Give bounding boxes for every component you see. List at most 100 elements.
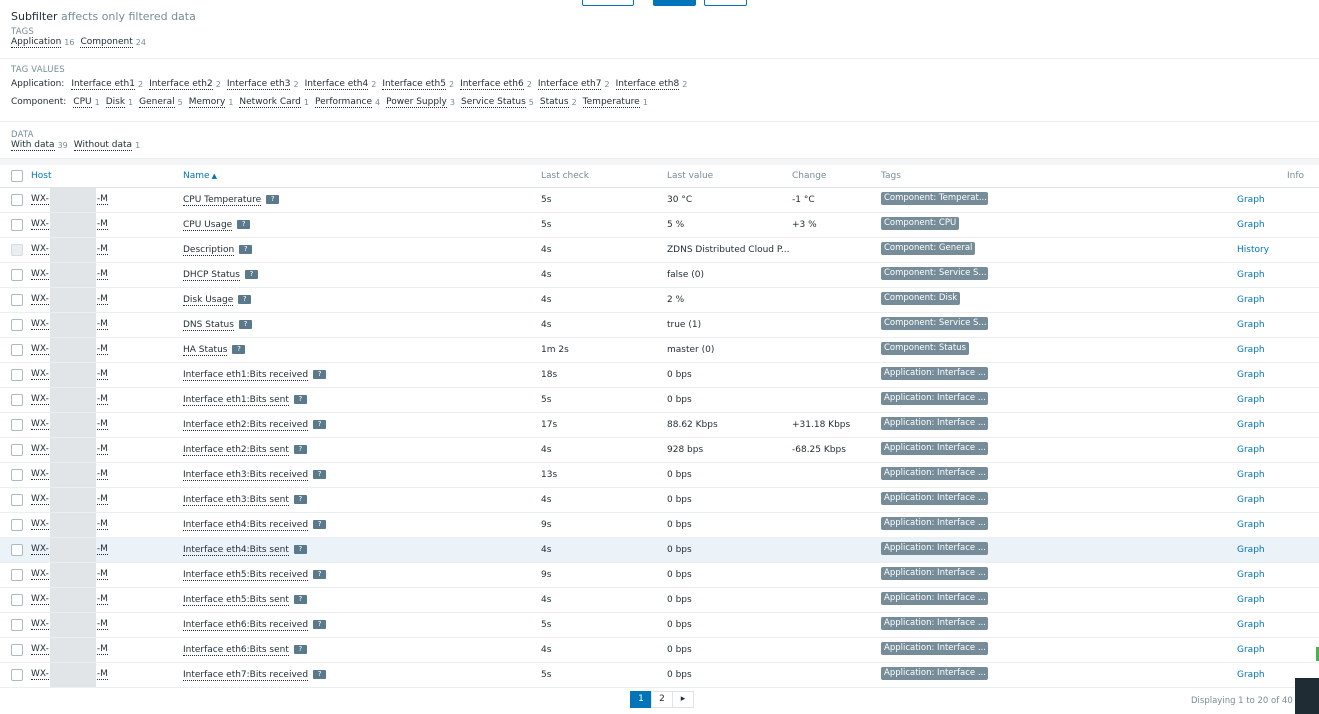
host-link-prefix[interactable]: WX- — [31, 219, 49, 230]
tag-badge[interactable]: Application: Interface ... — [881, 466, 988, 480]
application-value-link[interactable]: Interface eth6 — [460, 79, 524, 90]
host-link-prefix[interactable]: WX- — [31, 244, 49, 255]
host-link-prefix[interactable]: WX- — [31, 469, 49, 480]
item-name-link[interactable]: Interface eth1:Bits sent — [183, 394, 289, 406]
corner-widget[interactable] — [1295, 678, 1319, 714]
reset-button[interactable] — [582, 0, 634, 6]
help-icon[interactable]: ? — [313, 469, 327, 479]
item-name-link[interactable]: Interface eth7:Bits received — [183, 669, 309, 681]
tag-badge[interactable]: Application: Interface ... — [881, 366, 988, 380]
extra-button[interactable] — [704, 0, 747, 6]
host-link-suffix[interactable]: -M — [96, 319, 108, 330]
host-link-prefix[interactable]: WX- — [31, 344, 49, 355]
host-link-suffix[interactable]: -M — [96, 594, 108, 605]
action-link[interactable]: Graph — [1237, 595, 1265, 605]
action-link[interactable]: Graph — [1237, 370, 1265, 380]
row-checkbox[interactable] — [11, 443, 23, 456]
tag-badge[interactable]: Application: Interface ... — [881, 541, 988, 555]
action-link[interactable]: Graph — [1237, 620, 1265, 630]
host-link-prefix[interactable]: WX- — [31, 594, 49, 605]
action-link[interactable]: Graph — [1237, 470, 1265, 480]
page-1-button[interactable]: 1 — [630, 691, 652, 708]
select-all-checkbox[interactable] — [11, 169, 23, 182]
host-link-prefix[interactable]: WX- — [31, 419, 49, 430]
action-link[interactable]: Graph — [1237, 420, 1265, 430]
host-link-prefix[interactable]: WX- — [31, 619, 49, 630]
help-icon[interactable]: ? — [244, 269, 258, 279]
action-link[interactable]: Graph — [1237, 195, 1265, 205]
help-icon[interactable]: ? — [232, 344, 246, 354]
tag-badge[interactable]: Component: CPU — [881, 216, 960, 230]
host-link-suffix[interactable]: -M — [96, 519, 108, 530]
host-link-suffix[interactable]: -M — [96, 544, 108, 555]
tag-badge[interactable]: Application: Interface ... — [881, 516, 988, 530]
action-link[interactable]: Graph — [1237, 295, 1265, 305]
help-icon[interactable]: ? — [237, 219, 251, 229]
apply-button[interactable] — [653, 0, 696, 6]
item-name-link[interactable]: CPU Usage — [183, 219, 233, 231]
host-link-suffix[interactable]: -M — [96, 369, 108, 380]
data-filter-link[interactable]: With data — [11, 140, 55, 151]
component-value-link[interactable]: Disk — [105, 97, 126, 108]
row-checkbox[interactable] — [11, 568, 23, 581]
row-checkbox[interactable] — [11, 418, 23, 431]
help-icon[interactable]: ? — [293, 644, 307, 654]
host-link-suffix[interactable]: -M — [96, 194, 108, 205]
data-filter-link[interactable]: Without data — [73, 140, 133, 151]
tag-badge[interactable]: Application: Interface ... — [881, 666, 988, 680]
item-name-link[interactable]: Interface eth4:Bits sent — [183, 544, 289, 556]
tag-filter-link[interactable]: Application — [11, 37, 62, 48]
application-value-link[interactable]: Interface eth7 — [537, 79, 602, 90]
host-link-suffix[interactable]: -M — [96, 344, 108, 355]
item-name-link[interactable]: Interface eth5:Bits sent — [183, 594, 289, 606]
help-icon[interactable]: ? — [313, 669, 327, 679]
row-checkbox[interactable] — [11, 243, 23, 256]
host-link-suffix[interactable]: -M — [96, 244, 108, 255]
item-name-link[interactable]: Interface eth5:Bits received — [183, 569, 309, 581]
item-name-link[interactable]: HA Status — [183, 344, 228, 356]
help-icon[interactable]: ? — [238, 319, 252, 329]
tag-badge[interactable]: Component: Status — [881, 341, 969, 355]
item-name-link[interactable]: DNS Status — [183, 319, 234, 331]
help-icon[interactable]: ? — [293, 394, 307, 404]
row-checkbox[interactable] — [11, 668, 23, 681]
host-link-suffix[interactable]: -M — [96, 619, 108, 630]
host-link-prefix[interactable]: WX- — [31, 319, 49, 330]
action-link[interactable]: Graph — [1237, 570, 1265, 580]
tag-badge[interactable]: Application: Interface ... — [881, 566, 988, 580]
host-link-prefix[interactable]: WX- — [31, 369, 49, 380]
help-icon[interactable]: ? — [293, 444, 307, 454]
action-link[interactable]: Graph — [1237, 670, 1265, 680]
action-link[interactable]: Graph — [1237, 520, 1265, 530]
host-link-prefix[interactable]: WX- — [31, 444, 49, 455]
item-name-link[interactable]: DHCP Status — [183, 269, 240, 281]
component-value-link[interactable]: Temperature — [582, 97, 640, 108]
host-link-prefix[interactable]: WX- — [31, 294, 49, 305]
application-value-link[interactable]: Interface eth3 — [226, 79, 291, 90]
help-icon[interactable]: ? — [293, 594, 307, 604]
help-icon[interactable]: ? — [313, 519, 327, 529]
tag-badge[interactable]: Component: General — [881, 241, 976, 255]
action-link[interactable]: Graph — [1237, 320, 1265, 330]
page-2-button[interactable]: 2 — [651, 691, 673, 708]
tag-badge[interactable]: Application: Interface ... — [881, 441, 988, 455]
row-checkbox[interactable] — [11, 393, 23, 406]
application-value-link[interactable]: Interface eth2 — [149, 79, 213, 90]
host-link-prefix[interactable]: WX- — [31, 569, 49, 580]
next-page-icon[interactable]: ▸ — [672, 691, 694, 708]
host-link-suffix[interactable]: -M — [96, 394, 108, 405]
row-checkbox[interactable] — [11, 193, 23, 206]
host-link-suffix[interactable]: -M — [96, 569, 108, 580]
tag-badge[interactable]: Component: Service S... — [881, 316, 988, 330]
help-icon[interactable]: ? — [313, 619, 327, 629]
row-checkbox[interactable] — [11, 543, 23, 556]
item-name-link[interactable]: Interface eth3:Bits sent — [183, 494, 289, 506]
component-value-link[interactable]: Performance — [315, 97, 373, 108]
host-link-prefix[interactable]: WX- — [31, 494, 49, 505]
help-icon[interactable]: ? — [313, 419, 327, 429]
action-link[interactable]: Graph — [1237, 395, 1265, 405]
item-name-link[interactable]: Description — [183, 244, 235, 256]
tag-badge[interactable]: Component: Service S... — [881, 266, 988, 280]
component-value-link[interactable]: Network Card — [239, 97, 301, 108]
action-link[interactable]: Graph — [1237, 220, 1265, 230]
